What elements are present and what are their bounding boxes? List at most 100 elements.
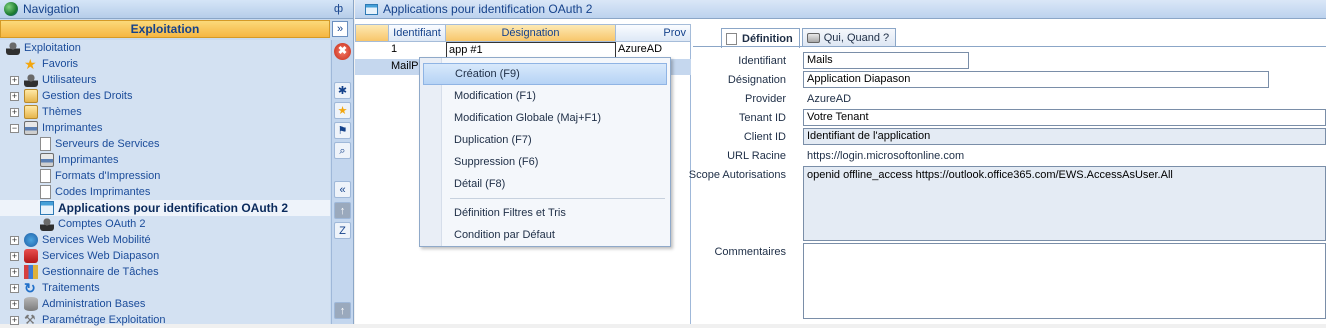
- expand-toggle-icon[interactable]: −: [10, 123, 19, 133]
- document-icon: [40, 169, 51, 183]
- provider-value: AzureAD: [807, 93, 852, 105]
- designation-field[interactable]: Application Diapason: [803, 71, 1269, 88]
- pin-icon[interactable]: ф: [334, 3, 343, 15]
- tree-item[interactable]: Serveurs de Services: [0, 136, 160, 152]
- menu-item-detail[interactable]: Détail (F8): [423, 173, 667, 195]
- side-toolbar: ✖ ✱ ★ ⚑ ⌕ « ↑ Z ↑: [331, 40, 353, 324]
- expand-toggle-icon[interactable]: +: [10, 315, 19, 325]
- expand-toggle-icon[interactable]: +: [10, 299, 19, 309]
- grid-cell-provider[interactable]: AzureAD: [616, 42, 691, 58]
- designation-label: Désignation: [727, 74, 786, 86]
- tree-item[interactable]: ★ Favoris: [0, 56, 78, 72]
- tree-item[interactable]: Formats d'Impression: [0, 168, 160, 184]
- menu-item-modification[interactable]: Modification (F1): [423, 85, 667, 107]
- column-header-provider[interactable]: Prov: [616, 24, 691, 42]
- row-header-corner: [355, 24, 389, 42]
- grid-cell-designation-edit[interactable]: app #1: [446, 42, 616, 58]
- tree-item[interactable]: − Imprimantes: [0, 120, 103, 136]
- tree-item-label: Favoris: [42, 58, 79, 70]
- detail-pane: Définition Qui, Quand ? Identifiant Mail…: [689, 24, 1326, 324]
- tree-item-label: Services Web Diapason: [42, 250, 160, 262]
- user-icon: [6, 41, 20, 55]
- tab-qui-quand[interactable]: Qui, Quand ?: [801, 28, 897, 47]
- tree-item[interactable]: + ↻ Traitements: [0, 280, 100, 296]
- tree-item-label: Serveurs de Services: [55, 138, 160, 150]
- menu-item-filtres-tris[interactable]: Définition Filtres et Tris: [423, 202, 667, 224]
- move-up-icon[interactable]: ↑: [334, 202, 351, 219]
- close-icon[interactable]: ✖: [334, 43, 351, 60]
- web-mobile-icon: [24, 233, 38, 247]
- tree-item-label: Codes Imprimantes: [55, 186, 151, 198]
- zoom-icon[interactable]: Z: [334, 222, 351, 239]
- expand-toggle-icon[interactable]: +: [10, 75, 19, 85]
- tree-item[interactable]: + Services Web Mobilité: [0, 232, 151, 248]
- tree-item[interactable]: Applications pour identification OAuth 2: [0, 200, 330, 216]
- menu-item-modification-globale[interactable]: Modification Globale (Maj+F1): [423, 107, 667, 129]
- column-header-designation[interactable]: Désignation: [446, 24, 616, 42]
- context-menu: Création (F9) Modification (F1) Modifica…: [419, 57, 671, 247]
- settings-icon[interactable]: ✱: [334, 82, 351, 99]
- comments-label: Commentaires: [714, 246, 786, 258]
- navigation-header: Navigation ф: [0, 0, 353, 19]
- client-id-field[interactable]: Identifiant de l'application: [803, 128, 1326, 145]
- tab-definition[interactable]: Définition: [721, 28, 800, 48]
- search-icon[interactable]: ⌕: [334, 142, 351, 159]
- comments-field[interactable]: [803, 243, 1326, 319]
- expand-toggle-icon[interactable]: +: [10, 91, 19, 101]
- tree-item[interactable]: + Utilisateurs: [0, 72, 96, 88]
- document-icon: [40, 185, 51, 199]
- favorite-star-icon[interactable]: ★: [334, 102, 351, 119]
- tab-label: Définition: [742, 32, 793, 45]
- tree-item-label: Utilisateurs: [42, 74, 97, 86]
- scope-label: Scope Autorisations: [688, 169, 786, 181]
- tasks-icon: [24, 265, 38, 279]
- app-window-icon: [365, 3, 378, 15]
- tree-item[interactable]: + Services Web Diapason: [0, 248, 159, 264]
- tree-item-label: Formats d'Impression: [55, 170, 161, 182]
- grid-cell-identifiant[interactable]: 1: [389, 42, 446, 58]
- expand-toggle-icon[interactable]: +: [10, 251, 19, 261]
- menu-separator: [450, 198, 665, 199]
- tree-item[interactable]: Comptes OAuth 2: [0, 216, 145, 232]
- navigation-title: Navigation: [23, 2, 80, 16]
- tenant-field[interactable]: Votre Tenant: [803, 109, 1326, 126]
- tree-item-label: Applications pour identification OAuth 2: [58, 201, 288, 215]
- tree-item[interactable]: + Gestionnaire de Tâches: [0, 264, 159, 280]
- scroll-up-icon[interactable]: ↑: [334, 302, 351, 319]
- tree-item-label: Comptes OAuth 2: [58, 218, 146, 230]
- tree-item-label: Services Web Mobilité: [42, 234, 151, 246]
- tree-item[interactable]: Imprimantes: [0, 152, 119, 168]
- star-icon: ★: [24, 56, 37, 72]
- tree-item[interactable]: + Administration Bases: [0, 296, 145, 312]
- printer-icon: [40, 153, 54, 167]
- scope-field[interactable]: openid offline_access https://outlook.of…: [803, 166, 1326, 241]
- main-header: Applications pour identification OAuth 2: [355, 0, 1326, 19]
- flag-icon[interactable]: ⚑: [334, 122, 351, 139]
- identifiant-field[interactable]: Mails: [803, 52, 969, 69]
- expand-toggle-icon[interactable]: +: [10, 107, 19, 117]
- section-header-exploitation[interactable]: Exploitation: [0, 20, 330, 38]
- tree-item[interactable]: Codes Imprimantes: [0, 184, 150, 200]
- tenant-label: Tenant ID: [738, 112, 786, 124]
- menu-item-condition-defaut[interactable]: Condition par Défaut: [423, 224, 667, 246]
- menu-item-suppression[interactable]: Suppression (F6): [423, 151, 667, 173]
- tree-item-label: Thèmes: [42, 106, 82, 118]
- tree-item-label: Traitements: [42, 282, 100, 294]
- refresh-icon: ↻: [24, 280, 36, 296]
- expand-toggle-icon[interactable]: +: [10, 235, 19, 245]
- detail-tabs: Définition Qui, Quand ?: [721, 28, 898, 48]
- menu-item-duplication[interactable]: Duplication (F7): [423, 129, 667, 151]
- tree-item[interactable]: + Thèmes: [0, 104, 82, 120]
- collapse-nav-button[interactable]: »: [332, 21, 348, 37]
- column-header-identifiant[interactable]: Identifiant: [389, 24, 446, 42]
- url-label: URL Racine: [727, 150, 786, 162]
- tree-item[interactable]: Exploitation: [0, 40, 81, 56]
- collapse-left-icon[interactable]: «: [334, 181, 351, 198]
- tree-item[interactable]: + Gestion des Droits: [0, 88, 132, 104]
- expand-toggle-icon[interactable]: +: [10, 283, 19, 293]
- rights-icon: [24, 89, 38, 103]
- app-window-icon: [40, 201, 54, 215]
- menu-item-creation[interactable]: Création (F9): [423, 63, 667, 85]
- tree-item[interactable]: + ⚒ Paramétrage Exploitation: [0, 312, 166, 328]
- expand-toggle-icon[interactable]: +: [10, 267, 19, 277]
